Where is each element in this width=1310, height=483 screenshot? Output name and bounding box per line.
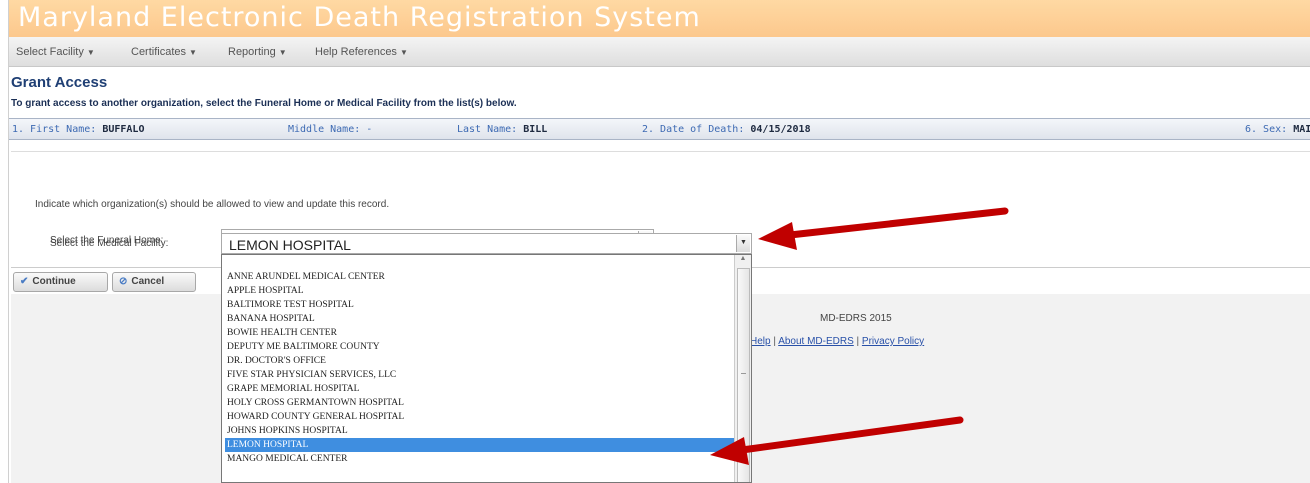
cancel-icon: ⊘ (119, 276, 128, 287)
field-label: 2. Date of Death: (642, 124, 745, 135)
caret-down-icon: ▼ (189, 48, 197, 57)
middle-name-field: Middle Name: - (288, 124, 372, 135)
medical-facility-dropdown-list[interactable]: ANNE ARUNDEL MEDICAL CENTER APPLE HOSPIT… (221, 254, 752, 483)
decedent-info-bar: 1. First Name: BUFFALO Middle Name: - La… (9, 118, 1310, 140)
list-item[interactable]: BOWIE HEALTH CENTER (225, 326, 737, 340)
window-left-edge (0, 0, 9, 483)
menu-select-facility[interactable]: Select Facility ▼ (16, 46, 95, 58)
help-link[interactable]: Help (750, 336, 771, 347)
list-item[interactable]: HOWARD COUNTY GENERAL HOSPITAL (225, 410, 737, 424)
continue-button[interactable]: ✔ Continue (13, 272, 108, 292)
first-name-value: BUFFALO (102, 124, 145, 135)
menu-certificates[interactable]: Certificates ▼ (131, 46, 197, 58)
dropdown-arrow-icon[interactable]: ▼ (736, 235, 750, 252)
medical-facility-value: LEMON HOSPITAL (229, 237, 351, 253)
middle-name-value: - (366, 124, 373, 135)
list-item[interactable]: ANNE ARUNDEL MEDICAL CENTER (225, 270, 737, 284)
dropdown-scrollbar[interactable]: ▲ (734, 255, 751, 482)
sex-field: 6. Sex: MAI (1245, 124, 1310, 135)
list-item[interactable]: GRAPE MEMORIAL HOSPITAL (225, 382, 737, 396)
footer-links: Help | About MD-EDRS | Privacy Policy (750, 336, 925, 347)
footer-copyright: MD-EDRS 2015 (820, 313, 892, 324)
caret-down-icon: ▼ (399, 48, 408, 57)
about-link[interactable]: About MD-EDRS (778, 336, 854, 347)
checkmark-icon: ✔ (20, 276, 29, 287)
list-item[interactable]: BANANA HOSPITAL (225, 312, 737, 326)
scroll-up-icon[interactable]: ▲ (735, 255, 751, 267)
menu-label: Select Facility (16, 46, 84, 58)
list-item[interactable]: APPLE HOSPITAL (225, 284, 737, 298)
date-of-death-field: 2. Date of Death: 04/15/2018 (642, 124, 811, 135)
page-title: Grant Access (11, 74, 108, 91)
field-label: 6. Sex: (1245, 124, 1288, 135)
grip-icon (741, 373, 746, 374)
list-item[interactable]: HOLY CROSS GERMANTOWN HOSPITAL (225, 396, 737, 410)
menu-label: Certificates (131, 46, 187, 58)
list-item[interactable]: BALTIMORE TEST HOSPITAL (225, 298, 737, 312)
app-title: Maryland Electronic Death Registration S… (18, 2, 701, 33)
list-item[interactable]: FIVE STAR PHYSICIAN SERVICES, LLC (225, 368, 737, 382)
list-item-selected[interactable]: LEMON HOSPITAL (225, 438, 737, 452)
field-label: Last Name: (457, 124, 518, 135)
instruction-text: Indicate which organization(s) should be… (35, 199, 390, 210)
menu-label: Reporting (228, 46, 276, 58)
date-of-death-value: 04/15/2018 (750, 124, 811, 135)
page-subtitle: To grant access to another organization,… (11, 98, 517, 109)
continue-label: Continue (32, 276, 76, 287)
medical-facility-label: Select the Medical Facility: (50, 238, 169, 249)
scroll-thumb[interactable] (737, 268, 750, 482)
field-label: Middle Name: (288, 124, 361, 135)
sex-value: MAI (1293, 124, 1310, 135)
menu-help-references[interactable]: Help References ▼ (315, 46, 408, 58)
list-item[interactable] (225, 256, 737, 270)
last-name-value: BILL (523, 124, 548, 135)
list-item[interactable]: MANGO MEDICAL CENTER (225, 452, 737, 466)
field-label: 1. First Name: (12, 124, 97, 135)
cancel-button[interactable]: ⊘ Cancel (112, 272, 196, 292)
menu-reporting[interactable]: Reporting ▼ (228, 46, 287, 58)
app-banner: Maryland Electronic Death Registration S… (9, 0, 1310, 37)
main-menu: Select Facility ▼ Certificates ▼ Reporting… (9, 37, 1310, 67)
list-item[interactable]: DEPUTY ME BALTIMORE COUNTY (225, 340, 737, 354)
list-item[interactable]: JOHNS HOPKINS HOSPITAL (225, 424, 737, 438)
cancel-label: Cancel (131, 276, 165, 287)
medical-facility-select[interactable]: LEMON HOSPITAL ▼ (221, 233, 752, 254)
caret-down-icon: ▼ (86, 48, 95, 57)
list-item[interactable]: DR. DOCTOR'S OFFICE (225, 354, 737, 368)
first-name-field: 1. First Name: BUFFALO (12, 124, 144, 135)
privacy-link[interactable]: Privacy Policy (862, 336, 924, 347)
menu-label: Help References (315, 46, 397, 58)
last-name-field: Last Name: BILL (457, 124, 547, 135)
caret-down-icon: ▼ (278, 48, 287, 57)
